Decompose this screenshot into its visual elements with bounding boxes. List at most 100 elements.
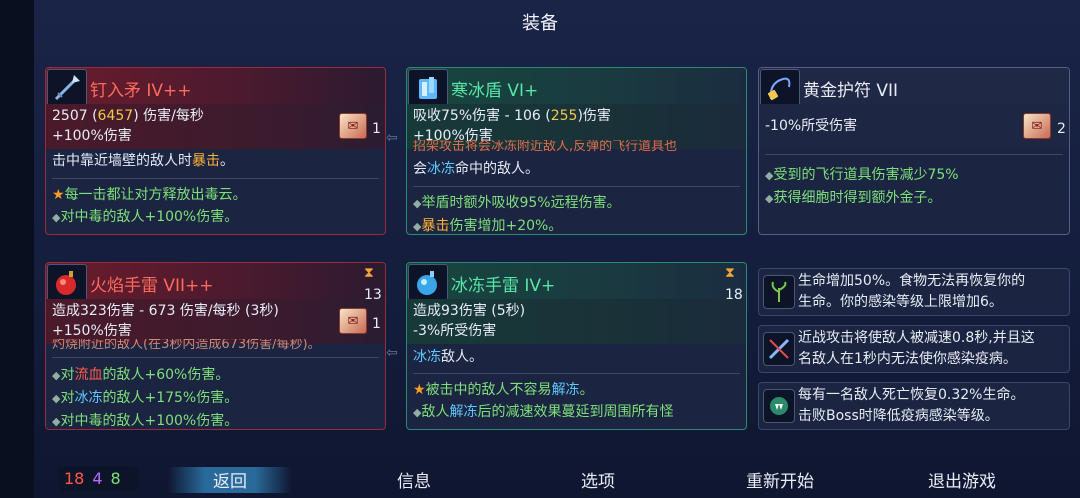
scroll-icon: ✉ <box>339 113 367 139</box>
bonus-text: 对 <box>60 413 75 429</box>
damage-bonus: +100%伤害 <box>52 128 132 144</box>
desc-highlight: 冰冻 <box>427 161 455 177</box>
plant-icon <box>763 275 795 309</box>
bonus-text-end: 的敌人+100%伤害。 <box>102 413 239 429</box>
bonus-highlight: 流血 <box>74 367 103 383</box>
bonus-item: ◆暴击伤害增加+20%。 <box>413 215 740 234</box>
stat-band: 2507 (6457) 伤害/每秒 +100%伤害 <box>46 104 385 149</box>
weapon-card-ice-shield[interactable]: 寒冰盾 VI+ 吸收75%伤害 - 106 (255)伤害 +100%伤害 招架… <box>406 67 747 235</box>
bonus-text-end: 的敌人+100%伤害。 <box>102 209 239 225</box>
bonus-text-end: 的敌人+175%伤害。 <box>102 390 239 406</box>
desc-text-end: 敌人。 <box>441 349 483 365</box>
mutation-line: 生命。你的感染等级上限增加6。 <box>798 294 1003 310</box>
bonus-text: 每一击都让对方释放出 <box>64 187 205 203</box>
bonus-highlight: 解冻 <box>449 404 478 420</box>
bonus-highlight: 暴击 <box>421 218 450 234</box>
left-edge-shade <box>0 0 34 498</box>
bonus-highlight: 中毒 <box>74 413 103 429</box>
mutation-card[interactable]: 每有一名敌人死亡恢复0.32%生命。 击败Boss时降低疫病感染等级。 <box>758 382 1070 430</box>
skill-card-ice-grenade[interactable]: 冰冻手雷 IV+ ⧗ 18 造成93伤害 (5秒) -3%所受伤害 冰冻敌人。 … <box>406 262 747 430</box>
page-title: 装备 <box>522 13 558 34</box>
bonus-text-end: 。 <box>579 382 594 398</box>
bomb-icon <box>47 264 87 302</box>
bonus-text-end: 。 <box>232 187 247 203</box>
bonus-text: 对 <box>60 367 75 383</box>
brutality-count: 18 <box>64 469 85 488</box>
bonus-list: ◆受到的飞行道具伤害减少75% ◆获得细胞时得到额外金子。 <box>765 164 1063 210</box>
divider <box>765 154 1063 155</box>
scroll-counters: 18 4 8 <box>58 467 138 491</box>
bonus-highlight: 中毒 <box>74 209 103 225</box>
desc-text-end: 。 <box>220 153 234 169</box>
bonus-item: ◆对中毒的敌人+100%伤害。 <box>52 206 379 229</box>
bonus-text: 获得细胞时得到额外金子。 <box>773 190 942 206</box>
bonus-item: ★被击中的敌人不容易解冻。 <box>413 379 740 401</box>
scroll-icon: ✉ <box>1023 113 1051 139</box>
quit-button[interactable]: 退出游戏 <box>902 467 1022 492</box>
dps-base: 2507 ( <box>52 108 98 124</box>
mutation-description: 每有一名敌人死亡恢复0.32%生命。 击败Boss时降低疫病感染等级。 <box>798 385 1065 427</box>
bonus-text: 受到的飞行道具伤害减少75% <box>773 167 959 183</box>
info-button[interactable]: 信息 <box>374 467 454 492</box>
divider <box>413 186 740 187</box>
survival-count: 8 <box>110 469 121 488</box>
mutation-card[interactable]: 生命增加50%。食物无法再恢复你的 生命。你的感染等级上限增加6。 <box>758 268 1070 316</box>
ice-shield-icon <box>408 69 448 107</box>
hourglass-icon: ⧗ <box>364 265 374 281</box>
hourglass-icon: ⧗ <box>725 265 735 281</box>
star-icon: ★ <box>52 187 65 203</box>
weapon-card-spear[interactable]: 钉入矛 IV++ 2507 (6457) 伤害/每秒 +100%伤害 ✉ 1 击… <box>45 67 386 235</box>
bonus-highlight: 解冻 <box>551 382 580 398</box>
bonus-item: ◆对流血的敌人+60%伤害。 <box>52 364 379 387</box>
stat-band: 造成93伤害 (5秒) -3%所受伤害 <box>407 299 746 344</box>
dps-max: 6457 <box>97 108 134 124</box>
mutation-description: 生命增加50%。食物无法再恢复你的 生命。你的感染等级上限增加6。 <box>798 271 1065 313</box>
dps-tail: ) 伤害/每秒 <box>133 108 204 124</box>
desc-text: 击中靠近墙壁的敌人时 <box>52 153 192 169</box>
swap-arrow-icon: ⇦ <box>386 345 398 361</box>
bonus-highlight: 毒云 <box>204 187 233 203</box>
mutation-line: 生命增加50%。食物无法再恢复你的 <box>798 273 1026 289</box>
back-button[interactable]: 返回 <box>168 467 292 493</box>
mutation-card[interactable]: 近战攻击将使敌人被减速0.8秒,并且这 名敌人在1秒内无法使你感染疫病。 <box>758 325 1070 373</box>
scroll-count: 2 <box>1057 121 1066 137</box>
damage-bonus: +150%伤害 <box>52 323 132 339</box>
bonus-list: ★被击中的敌人不容易解冻。 ◆敌人解冻后的减速效果蔓延到周围所有怪 <box>413 379 740 424</box>
bonus-item: ★每一击都让对方释放出毒云。 <box>52 184 379 206</box>
frost-blade-icon <box>763 332 795 366</box>
mutation-line: 击败Boss时降低疫病感染等级。 <box>798 408 999 424</box>
options-button[interactable]: 选项 <box>558 467 638 492</box>
star-icon: ★ <box>413 382 426 398</box>
mutation-line: 近战攻击将使敌人被减速0.8秒,并且这 <box>798 330 1035 346</box>
bonus-text: 举盾时额外吸收95%远程伤害。 <box>421 195 621 211</box>
bonus-highlight: 冰冻 <box>74 390 103 406</box>
bonus-item: ◆举盾时额外吸收95%远程伤害。 <box>413 192 740 215</box>
skill-card-fire-grenade[interactable]: 火焰手雷 VII++ ⧗ 13 造成323伤害 - 673 伤害/每秒 (3秒)… <box>45 262 386 430</box>
desc-highlight: 暴击 <box>192 153 220 169</box>
restart-button[interactable]: 重新开始 <box>720 467 840 492</box>
amulet-card[interactable]: 黄金护符 VII -10%所受伤害 ✉ 2 ◆受到的飞行道具伤害减少75% ◆获… <box>758 67 1070 235</box>
bonus-text: 对 <box>60 209 75 225</box>
bonus-item: ◆敌人解冻后的减速效果蔓延到周围所有怪 <box>413 401 740 424</box>
ice-grenade-icon <box>408 264 448 302</box>
absorb-tail: )伤害 <box>577 108 611 124</box>
bonus-item: ◆受到的飞行道具伤害减少75% <box>765 164 1063 187</box>
absorb-max: 255 <box>550 108 578 124</box>
bonus-item: ◆对冰冻的敌人+175%伤害。 <box>52 387 379 410</box>
item-title: 寒冰盾 VI+ <box>451 81 539 101</box>
amulet-icon <box>760 69 800 107</box>
item-description: 会冰冻命中的敌人。 <box>413 159 740 180</box>
tactics-count: 4 <box>92 469 103 488</box>
item-title: 火焰手雷 VII++ <box>90 276 214 296</box>
desc-text: 会 <box>413 161 427 177</box>
scroll-icon: ✉ <box>339 308 367 334</box>
bonus-text-end: 后的减速效果蔓延到周围所有怪 <box>477 404 674 420</box>
bonus-text: 被击中的敌人不容易 <box>425 382 552 398</box>
damage-reduction: -10%所受伤害 <box>765 118 858 134</box>
bonus-text: 敌人 <box>421 404 450 420</box>
scroll-count: 1 <box>372 121 381 137</box>
item-title: 钉入矛 IV++ <box>90 81 192 101</box>
bonus-text-end: 伤害增加+20%。 <box>449 218 563 234</box>
bonus-text: 对 <box>60 390 75 406</box>
bonus-item: ◆对中毒的敌人+100%伤害。 <box>52 410 379 429</box>
